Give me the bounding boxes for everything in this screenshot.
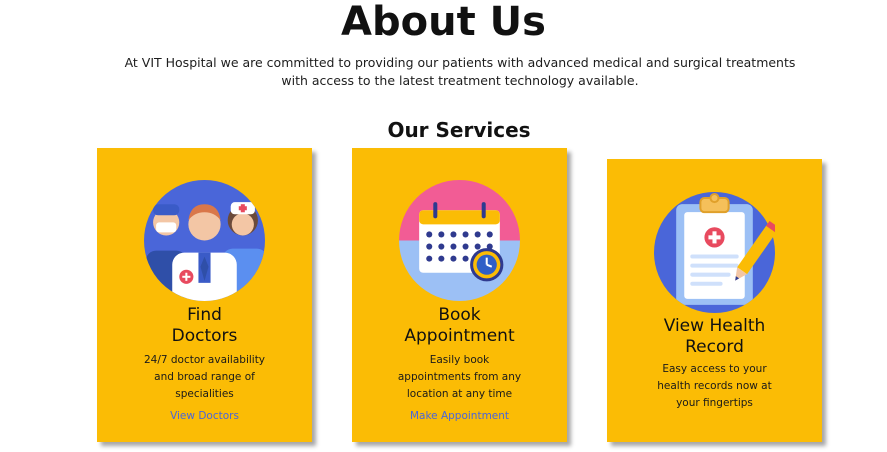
make-appointment-link[interactable]: Make Appointment [352,410,567,422]
service-card-find-doctors: Find Doctors 24/7 doctor availability an… [97,148,312,442]
service-description: Easily book appointments from any locati… [397,354,522,400]
calendar-icon [399,180,520,301]
service-card-view-health-record: View Health Record Easy access to your h… [607,159,822,442]
service-description: 24/7 doctor availability and broad range… [143,354,266,400]
view-doctors-link[interactable]: View Doctors [97,410,312,422]
page-title: About Us [341,0,546,45]
service-card-book-appointment: Book Appointment Easily book appointment… [352,148,567,442]
clipboard-icon [654,192,775,313]
service-description: Easy access to your health records now a… [657,363,772,409]
intro-text: At VIT Hospital we are committed to prov… [124,55,796,88]
service-title: Book Appointment [404,305,515,346]
services-heading: Our Services [387,118,531,142]
service-title: Find Doctors [171,305,238,346]
service-title: View Health Record [663,316,766,357]
doctors-icon [144,180,265,301]
